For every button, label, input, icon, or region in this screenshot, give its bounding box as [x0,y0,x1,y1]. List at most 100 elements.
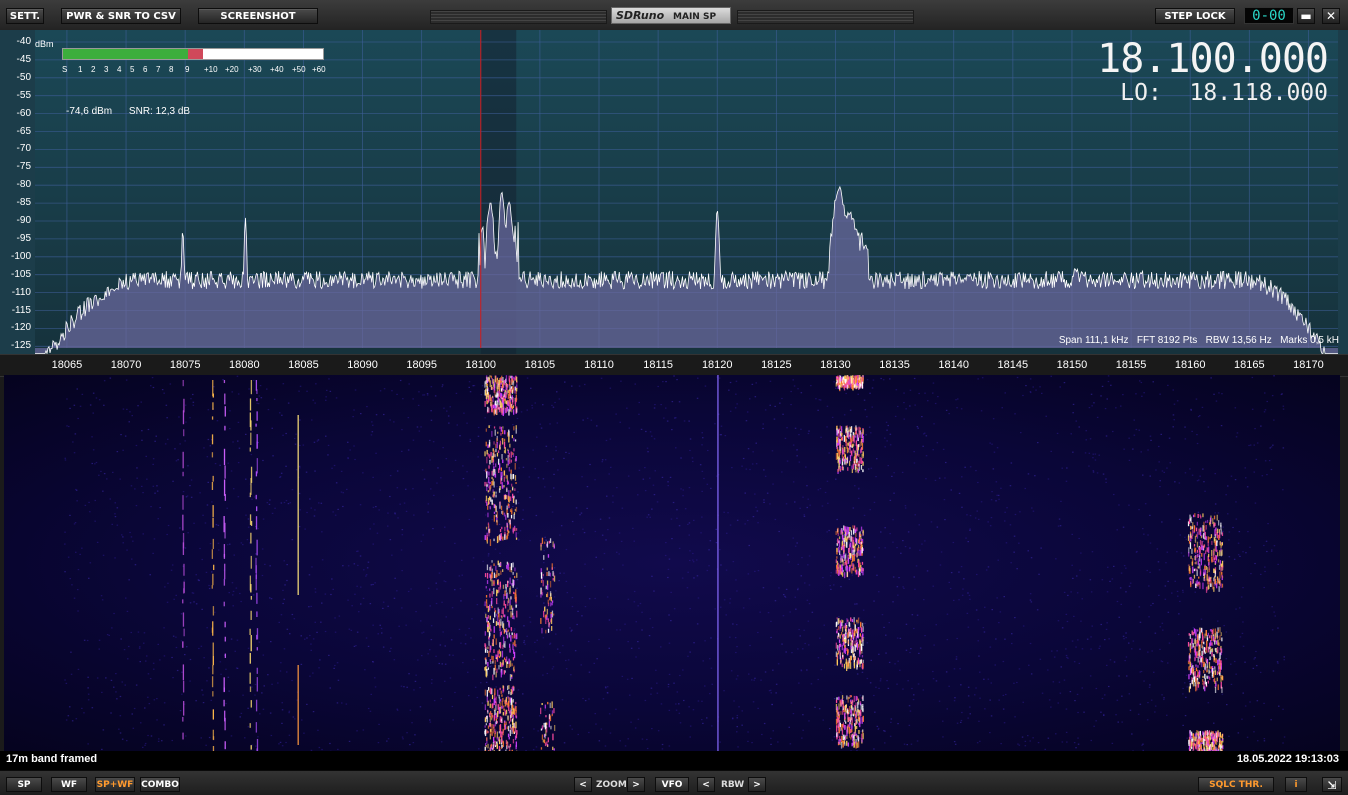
sp-button[interactable]: SP [6,777,42,792]
combo-button[interactable]: COMBO [140,777,180,792]
rbw-prev-button[interactable]: < [697,777,715,792]
pwr-snr-csv-button[interactable]: PWR & SNR TO CSV [61,8,181,24]
frequency-tick-label: 18100 [459,359,503,371]
s-meter-tick: 2 [91,65,95,74]
frequency-tick-label: 18105 [518,359,562,371]
resize-button[interactable]: ⇲ [1322,777,1342,792]
frequency-tick-label: 18080 [222,359,266,371]
frequency-tick-label: 18150 [1050,359,1094,371]
frequency-tick-label: 18085 [281,359,325,371]
s-meter-tick: +50 [292,65,306,74]
step-lock-button[interactable]: STEP LOCK [1155,8,1235,24]
y-tick-label: -115 [3,306,31,316]
frequency-tick-label: 18170 [1286,359,1330,371]
y-tick-label: -60 [3,109,31,119]
waterfall-footer: 17m band framed 18.05.2022 19:13:03 [0,751,1348,770]
frequency-tick-label: 18110 [577,359,621,371]
s-meter-tick: +60 [312,65,326,74]
zoom-label: ZOOM [596,780,627,790]
power-value: -74,6 dBm [66,106,112,117]
y-axis-unit: dBm [35,39,54,49]
settings-button[interactable]: SETT. [6,8,44,24]
y-tick-label: -95 [3,234,31,244]
spectrum-display[interactable]: -40-45-50-55-60-65-70-75-80-85-90-95-100… [0,30,1348,354]
y-tick-label: -80 [3,180,31,190]
sp-wf-button[interactable]: SP+WF [95,777,135,792]
s-meter-tick: 3 [104,65,108,74]
close-icon: ✕ [1326,9,1336,23]
frequency-tick-label: 18155 [1109,359,1153,371]
y-tick-label: -40 [3,37,31,47]
s-meter-tick: +40 [270,65,284,74]
y-tick-label: -70 [3,144,31,154]
frequency-tick-label: 18090 [341,359,385,371]
y-tick-label: -85 [3,198,31,208]
minimize-icon: ▬ [1300,9,1311,23]
s-meter-tick: +30 [248,65,262,74]
s-meter-tick: 8 [169,65,173,74]
y-tick-label: -55 [3,91,31,101]
frequency-tick-label: 18130 [813,359,857,371]
bottom-toolbar: SP WF SP+WF COMBO < ZOOM > VFO < RBW > S… [0,770,1348,795]
brand-title: SDRuno MAIN SP [611,7,731,24]
s-meter-tick: 1 [78,65,82,74]
clock-display: 0-00 [1244,7,1294,24]
y-tick-label: -45 [3,55,31,65]
waterfall-caption: 17m band framed [6,753,97,765]
screenshot-button[interactable]: SCREENSHOT [198,8,318,24]
lo-label: LO: [1120,80,1162,106]
s-meter-tick: +10 [204,65,218,74]
s-meter-tick: 7 [156,65,160,74]
vfo-button[interactable]: VFO [655,777,689,792]
info-button[interactable]: i [1285,777,1307,792]
drag-handle-left[interactable] [430,10,607,24]
s-meter-tick: +20 [225,65,239,74]
y-tick-label: -105 [3,270,31,280]
zoom-in-button[interactable]: > [627,777,645,792]
y-tick-label: -75 [3,162,31,172]
s-meter-tick: 4 [117,65,121,74]
s-meter-tick: 6 [143,65,147,74]
frequency-tick-label: 18135 [873,359,917,371]
frequency-scale[interactable]: 1806518070180751808018085180901809518100… [0,354,1348,377]
marks-value: Marks 0,5 kH [1280,335,1339,346]
rbw-label: RBW [721,780,744,790]
frequency-tick-label: 18115 [636,359,680,371]
signal-readout: -74,6 dBm SNR: 12,3 dB [66,106,204,117]
y-tick-label: -90 [3,216,31,226]
frequency-tick-label: 18120 [695,359,739,371]
s-meter-peak [188,49,204,59]
frequency-tick-label: 18065 [45,359,89,371]
window-name: MAIN SP [673,12,716,22]
fft-value: FFT 8192 Pts [1137,335,1197,346]
y-tick-label: -120 [3,323,31,333]
zoom-out-button[interactable]: < [574,777,592,792]
y-tick-label: -50 [3,73,31,83]
frequency-tick-label: 18070 [104,359,148,371]
frequency-tick-label: 18140 [932,359,976,371]
waterfall-display[interactable] [4,375,1340,751]
minimize-button[interactable]: ▬ [1297,8,1315,24]
snr-value: SNR: 12,3 dB [129,106,190,117]
frequency-tick-label: 18160 [1168,359,1212,371]
drag-handle-right[interactable] [737,10,914,24]
s-meter-bar [62,48,324,60]
frequency-tick-label: 18145 [991,359,1035,371]
waterfall-plot [4,375,1340,751]
y-tick-label: -110 [3,288,31,298]
y-tick-label: -125 [3,341,31,351]
spectrum-info: Span 111,1 kHz FFT 8192 Pts RBW 13,56 Hz… [1059,335,1339,346]
wf-button[interactable]: WF [51,777,87,792]
rbw-next-button[interactable]: > [748,777,766,792]
frequency-tick-label: 18125 [754,359,798,371]
close-button[interactable]: ✕ [1322,8,1340,24]
sdruno-logo: SDRuno [616,9,664,22]
vfo-frequency[interactable]: 18.100.000 [1097,36,1328,82]
y-tick-label: -100 [3,252,31,262]
frequency-tick-label: 18095 [400,359,444,371]
sqlc-threshold-button[interactable]: SQLC THR. [1198,777,1274,792]
s-meter-level [63,49,188,59]
waterfall-timestamp: 18.05.2022 19:13:03 [1237,753,1339,765]
lo-frequency-line[interactable]: LO: 18.118.000 [1120,80,1328,106]
s-meter-tick: 5 [130,65,134,74]
